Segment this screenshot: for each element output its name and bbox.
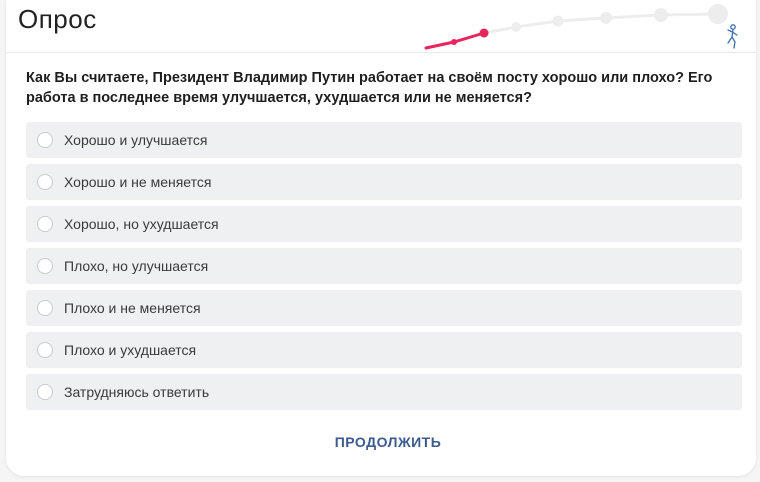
- answer-option[interactable]: Плохо и не меняется: [26, 290, 742, 326]
- answer-option-label: Хорошо, но ухудшается: [64, 216, 219, 232]
- progress-dot-4: [552, 15, 564, 27]
- progress-dot-5: [600, 12, 612, 24]
- radio-button[interactable]: [37, 342, 53, 358]
- progress-dot-1: [451, 39, 457, 45]
- survey-card: Опрос Как Вы считаете, Президент Владими…: [6, 0, 756, 476]
- answer-option-label: Хорошо и улучшается: [64, 132, 208, 148]
- radio-button[interactable]: [37, 132, 53, 148]
- progress-dot-2: [479, 28, 489, 38]
- radio-button[interactable]: [37, 300, 53, 316]
- radio-button[interactable]: [37, 174, 53, 190]
- page-title: Опрос: [18, 4, 97, 34]
- answer-option-label: Плохо и не меняется: [64, 300, 201, 316]
- answer-option[interactable]: Хорошо и не меняется: [26, 164, 742, 200]
- runner-icon: [727, 24, 738, 49]
- answer-options: Хорошо и улучшается Хорошо и не меняется…: [26, 122, 742, 416]
- survey-progress-track: [424, 4, 728, 50]
- answer-option[interactable]: Плохо, но улучшается: [26, 248, 742, 284]
- continue-button[interactable]: ПРОДОЛЖИТЬ: [306, 434, 470, 450]
- answer-option[interactable]: Затрудняюсь ответить: [26, 374, 742, 410]
- answer-option-label: Затрудняюсь ответить: [64, 384, 210, 400]
- survey-header: Опрос: [6, 0, 756, 53]
- radio-button[interactable]: [37, 258, 53, 274]
- answer-option-label: Плохо и ухудшается: [64, 342, 197, 358]
- radio-button[interactable]: [37, 216, 53, 232]
- answer-option-label: Плохо, но улучшается: [64, 258, 209, 274]
- progress-dot-7: [708, 4, 728, 24]
- page: Опрос Как Вы считаете, Президент Владими…: [0, 0, 760, 482]
- question-text: Как Вы считаете, Президент Владимир Пути…: [26, 70, 713, 106]
- answer-option[interactable]: Хорошо и улучшается: [26, 122, 742, 158]
- answer-option[interactable]: Плохо и ухудшается: [26, 332, 742, 368]
- answer-option[interactable]: Хорошо, но ухудшается: [26, 206, 742, 242]
- progress-dot-6: [654, 8, 668, 22]
- answer-option-label: Хорошо и не меняется: [64, 174, 212, 190]
- radio-button[interactable]: [37, 384, 53, 400]
- progress-dot-3: [511, 22, 521, 32]
